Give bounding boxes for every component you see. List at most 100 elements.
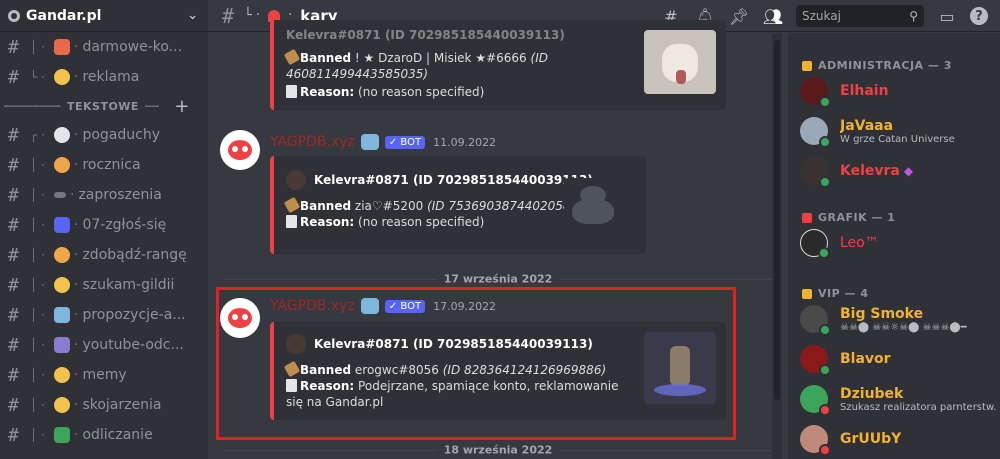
chevron-down-icon[interactable]: ⌄: [187, 8, 198, 23]
hash-icon: #: [222, 3, 235, 28]
add-channel-icon[interactable]: +: [174, 96, 190, 117]
bot-avatar[interactable]: [220, 130, 260, 170]
avatar: [800, 385, 831, 416]
numbers-icon: [54, 217, 70, 233]
username[interactable]: YAGPDB.xyz: [270, 134, 355, 150]
embed-reason-line: Reason: (no reason specified): [286, 84, 484, 100]
channel-item[interactable]: # │ · · zdobądź-rangę: [0, 240, 208, 270]
pin-icon[interactable]: 📌︎: [728, 5, 750, 27]
category-header[interactable]: ──────── TEKSTOWE ── +: [0, 92, 208, 120]
channel-item[interactable]: # │ · · rocznica: [0, 150, 208, 180]
link-icon: [54, 192, 66, 198]
member-item[interactable]: Elhain: [800, 71, 996, 111]
pencil-icon: [802, 212, 812, 223]
channel-item[interactable]: # │ · · memy: [0, 360, 208, 390]
timestamp: 11.09.2022: [433, 135, 497, 149]
party-face-icon: [54, 157, 70, 173]
speech-bubble-icon: [54, 127, 70, 143]
hash-icon: #: [8, 244, 19, 266]
inbox-icon[interactable]: ▭: [936, 5, 958, 27]
status-dnd-icon: [819, 444, 831, 456]
ban-embed: Kelevra#0871 (ID 702985185440039113) Ban…: [270, 156, 646, 254]
guild-name: Gandar.pl: [26, 7, 102, 24]
hash-icon: #: [8, 394, 19, 416]
poop-thumbnail[interactable]: [564, 178, 622, 234]
hash-icon: #: [8, 424, 19, 446]
page-icon: [286, 215, 297, 228]
embed-banned-line: Banned ! ★ DzaroD | Misiek ★#6666 (ID 46…: [283, 48, 646, 82]
highlight-box: [216, 287, 736, 440]
channel-item[interactable]: # │ · · szukam-gildii: [0, 270, 208, 300]
member-name: JaVaaa: [840, 117, 894, 134]
embed-banned-line: Banned zia♡#5200 (ID 753690387440205825): [283, 196, 590, 214]
robot-emoji-icon: [360, 134, 379, 150]
status-online-icon: [818, 247, 830, 259]
channel-label: rocznica: [82, 157, 141, 173]
channel-label: darmowe-ko...: [82, 39, 183, 55]
channel-item[interactable]: # │ · · darmowe-ko...: [0, 32, 208, 62]
member-name: Elhain: [840, 83, 889, 99]
channel-sidebar: Gandar.pl ⌄ # │ · · darmowe-ko... # └ · …: [0, 0, 208, 459]
channel-item[interactable]: # │ · · 07-zgłoś-się: [0, 210, 208, 240]
guild-header[interactable]: Gandar.pl ⌄: [0, 0, 208, 32]
search-box[interactable]: ⚲: [796, 5, 924, 27]
member-list-icon[interactable]: 👥︎: [762, 5, 784, 27]
camera-icon: [54, 337, 70, 353]
channel-label: memy: [82, 367, 127, 383]
search-input[interactable]: [802, 9, 910, 23]
channel-item[interactable]: # │ · · youtube-odc...: [0, 330, 208, 360]
status-online-icon: [819, 176, 831, 188]
server-boost-icon: [8, 9, 20, 22]
avatar: [800, 345, 831, 376]
status-dnd-icon: [819, 404, 831, 416]
member-name: Dziubek: [840, 385, 904, 402]
channel-item[interactable]: # │ · · skojarzenia: [0, 390, 208, 420]
avatar: [800, 305, 831, 336]
hash-icon: #: [8, 214, 19, 236]
date-divider: 18 września 2022: [224, 443, 772, 457]
member-item[interactable]: GrUUbY: [800, 419, 996, 459]
scrollbar-thumb[interactable]: [774, 40, 780, 400]
member-name: GrUUbY: [840, 431, 902, 447]
member-name: Big Smoke: [840, 305, 924, 322]
channel-label: youtube-odc...: [82, 337, 184, 353]
embed-author: Kelevra#0871 (ID 702985185440039113): [286, 170, 593, 190]
embed-author-name: Kelevra#0871 (ID 702985185440039113): [286, 28, 565, 42]
hammer-icon: [283, 196, 301, 214]
channel-item[interactable]: # │ · · odliczanie: [0, 420, 208, 450]
member-activity: Szukasz realizatora parnterstw...: [840, 401, 996, 413]
hash-icon: #: [8, 36, 19, 58]
avatar: [800, 229, 830, 259]
member-item[interactable]: Blavor: [800, 339, 996, 379]
member-item[interactable]: Leo™: [800, 223, 996, 263]
hash-icon: #: [8, 154, 19, 176]
laughing-face-icon: [54, 367, 70, 383]
member-item[interactable]: Dziubek Szukasz realizatora parnterstw..…: [800, 379, 996, 419]
hash-icon: #: [8, 66, 19, 88]
hash-icon: #: [8, 364, 19, 386]
ban-embed: Kelevra#0871 (ID 702985185440039113) Ban…: [270, 20, 726, 110]
polar-bear-thumbnail[interactable]: [644, 30, 716, 94]
member-item[interactable]: Kelevra ◆: [800, 151, 996, 191]
avatar: [800, 117, 831, 148]
channel-label: skojarzenia: [82, 397, 162, 413]
status-online-icon: [819, 324, 831, 336]
date-divider-label: 18 września 2022: [437, 443, 559, 457]
hash-icon: #: [8, 304, 19, 326]
status-online-icon: [819, 136, 831, 148]
channel-label: pogaduchy: [82, 127, 160, 143]
hash-icon: #: [8, 274, 19, 296]
channel-item[interactable]: # └ · · reklama: [0, 62, 208, 92]
member-item[interactable]: Big Smoke ☠︎☠︎⬤ ☠︎☠︎☼☠︎⬤ ☠︎☠︎☠︎⬤━: [800, 299, 996, 339]
channel-item[interactable]: # │ · · zaproszenia: [0, 180, 208, 210]
help-icon[interactable]: ?: [970, 7, 988, 25]
channel-item[interactable]: # │ · · propozycje-a...: [0, 300, 208, 330]
member-item[interactable]: JaVaaa W grze Catan Universe: [800, 111, 996, 151]
message-header: YAGPDB.xyz ✓ BOT 11.09.2022: [270, 134, 496, 150]
author-avatar: [286, 170, 306, 190]
channel-label: zdobądź-rangę: [82, 247, 187, 263]
channel-item[interactable]: # ┌ · · pogaduchy: [0, 120, 208, 150]
member-name: Blavor: [840, 351, 891, 367]
pondering-face-icon: [54, 397, 70, 413]
member-list: ADMINISTRACJA — 3 Elhain JaVaaa W grze C…: [788, 33, 1000, 459]
